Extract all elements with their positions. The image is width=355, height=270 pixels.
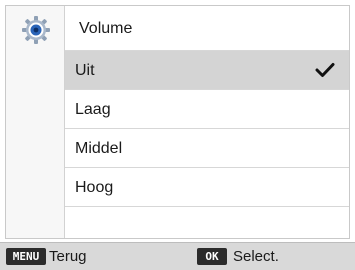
menu-option-label: Uit — [75, 62, 95, 79]
menu-option-middel[interactable]: Middel — [65, 129, 349, 168]
menu-empty-row — [65, 207, 349, 246]
menu-key-icon[interactable]: MENU — [6, 248, 46, 265]
checkmark-icon — [315, 63, 335, 77]
menu-option-laag[interactable]: Laag — [65, 90, 349, 129]
gear-icon[interactable] — [21, 15, 51, 45]
menu-option-uit[interactable]: Uit — [65, 51, 349, 90]
back-hint: Terug — [49, 248, 87, 265]
menu-option-hoog[interactable]: Hoog — [65, 168, 349, 207]
category-rail — [6, 6, 65, 238]
ok-key-icon[interactable]: OK — [197, 248, 227, 265]
menu-option-label: Laag — [75, 101, 111, 118]
button-hint-bar: MENU Terug OK Select. — [0, 242, 355, 270]
settings-screen: Volume Uit Laag Middel Hoog — [5, 5, 350, 239]
select-hint: Select. — [233, 248, 279, 265]
volume-menu: Volume Uit Laag Middel Hoog — [65, 6, 349, 246]
menu-title: Volume — [65, 6, 349, 51]
menu-option-label: Middel — [75, 140, 123, 157]
menu-option-label: Hoog — [75, 179, 114, 196]
